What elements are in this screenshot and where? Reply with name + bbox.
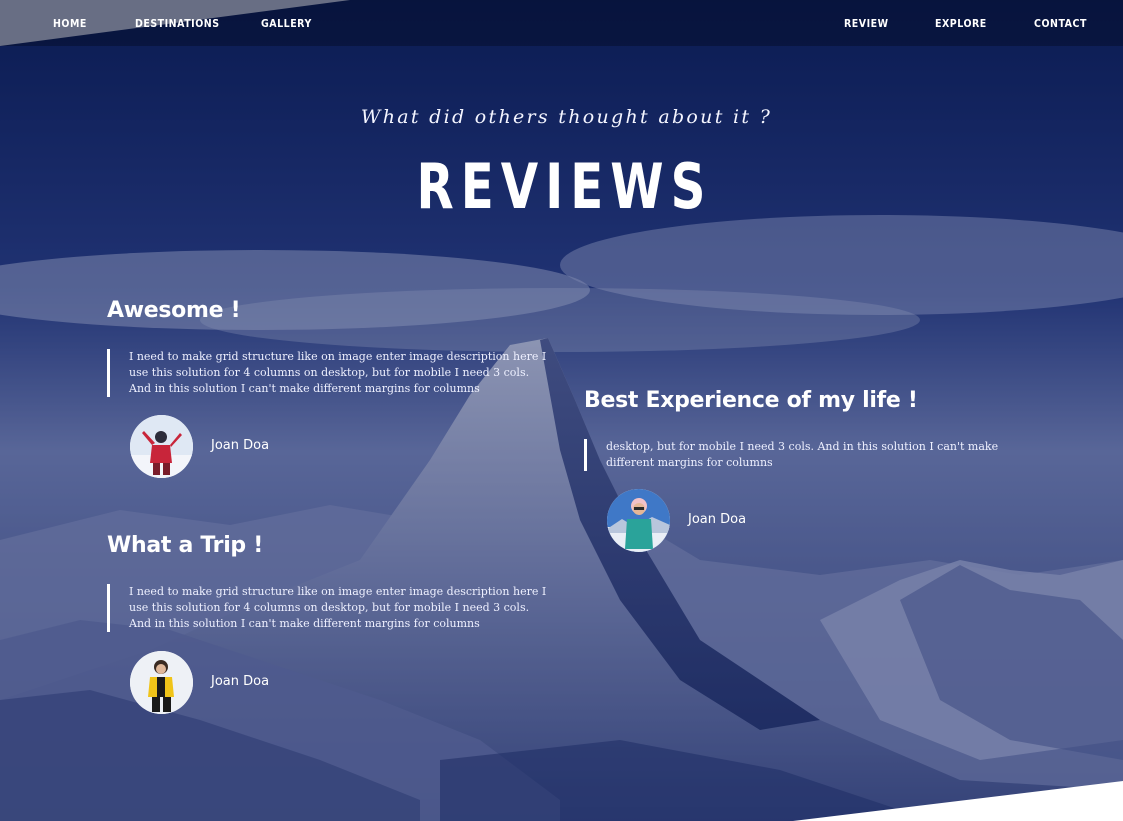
- review-text: I need to make grid structure like on im…: [107, 584, 549, 632]
- corner-decoration-bottom: [793, 781, 1123, 821]
- review-title: Awesome !: [107, 298, 241, 323]
- review-card: Awesome ! I need to make grid structure …: [107, 298, 557, 478]
- navbar: HOME DESTINATIONS GALLERY REVIEW EXPLORE…: [0, 0, 1123, 46]
- review-card: Best Experience of my life ! desktop, bu…: [584, 388, 1014, 558]
- review-title: Best Experience of my life !: [584, 388, 918, 413]
- avatar: [130, 415, 193, 478]
- review-text: I need to make grid structure like on im…: [107, 349, 549, 397]
- avatar: [130, 651, 193, 714]
- nav-link-review[interactable]: REVIEW: [844, 17, 889, 30]
- review-author: Joan Doa: [688, 512, 747, 527]
- avatar: [607, 489, 670, 552]
- review-author: Joan Doa: [211, 674, 270, 689]
- section-title: REVIEWS: [416, 150, 713, 223]
- nav-link-contact[interactable]: CONTACT: [1034, 17, 1087, 30]
- nav-link-gallery[interactable]: GALLERY: [261, 17, 312, 30]
- review-title: What a Trip !: [107, 533, 263, 558]
- nav-link-destinations[interactable]: DESTINATIONS: [135, 17, 220, 30]
- review-author: Joan Doa: [211, 438, 270, 453]
- review-text: desktop, but for mobile I need 3 cols. A…: [584, 439, 1006, 471]
- nav-link-home[interactable]: HOME: [53, 17, 87, 30]
- review-card: What a Trip ! I need to make grid struct…: [107, 533, 557, 718]
- section-subtitle: What did others thought about it ?: [360, 106, 773, 128]
- nav-link-explore[interactable]: EXPLORE: [935, 17, 987, 30]
